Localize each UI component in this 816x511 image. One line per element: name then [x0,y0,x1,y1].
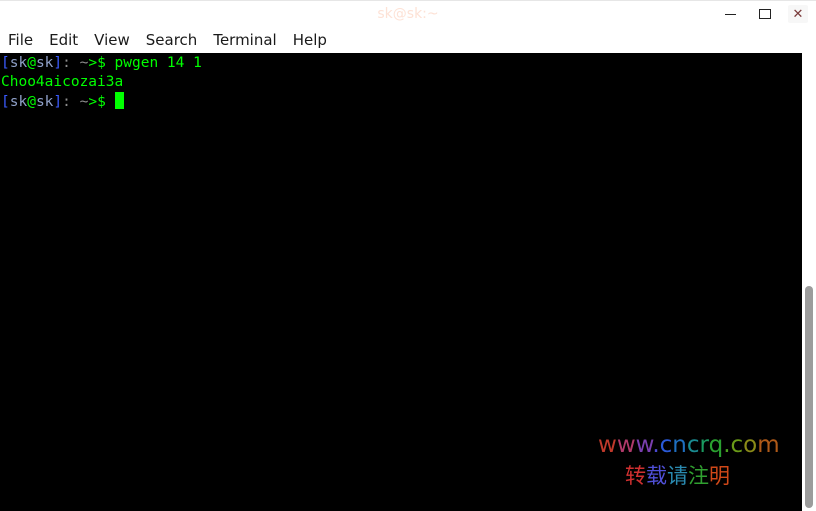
watermark-text-char: 注 [688,464,709,488]
close-button[interactable]: ✕ [788,5,808,23]
watermark-text: 转载请注明 [625,460,730,490]
text-cursor [114,92,124,109]
prompt-colon: : [62,94,71,110]
prompt-close-bracket: ] [53,55,63,71]
watermark-url: www.cncrq.com [598,432,780,458]
title-bar: sk@sk:~ ✕ [0,0,816,27]
watermark-url-char: w [598,432,617,458]
watermark-url-char: n [672,432,687,458]
prompt-close-bracket: ] [53,94,63,110]
terminal-line-command: [sk@sk]: ~>$ pwgen 14 1 [0,54,802,73]
minimize-button[interactable] [720,5,740,23]
prompt-user: sk [9,55,28,71]
prompt-user: sk [9,94,28,110]
maximize-button[interactable] [755,5,775,23]
watermark-url-char: w [635,432,653,458]
maximize-icon [759,9,771,19]
terminal-line-prompt: [sk@sk]: ~>$ [0,92,802,111]
minimize-icon [724,13,736,15]
prompt-symbol: >$ [88,55,106,71]
command-text: pwgen 14 1 [114,55,202,71]
prompt-colon: : [62,55,71,71]
prompt-host: sk [35,94,54,110]
scrollbar-thumb[interactable] [805,286,813,508]
terminal-line-output: Choo4aicozai3a [0,73,802,92]
watermark-text-char: 明 [709,464,730,488]
watermark-url-char: w [616,432,636,458]
menu-edit[interactable]: Edit [41,31,86,49]
watermark-url-char: c [686,432,700,458]
watermark-url-char: r [699,432,709,458]
watermark-text-char: 转 [625,464,646,488]
menu-search[interactable]: Search [138,31,206,49]
close-icon: ✕ [792,6,804,22]
window-title: sk@sk:~ [377,6,439,22]
watermark-url-char: c [659,432,673,458]
watermark-text-char: 请 [667,464,688,488]
prompt-at: @ [27,55,36,71]
watermark-url-char: q [708,432,724,458]
watermark-url-char: . [652,432,660,458]
menu-view[interactable]: View [86,31,138,49]
watermark-url-char: c [730,432,744,458]
menu-file[interactable]: File [0,31,41,49]
prompt-symbol: >$ [88,94,106,110]
output-text: Choo4aicozai3a [1,74,124,90]
prompt-open-bracket: [ [1,94,10,110]
watermark-url-char: m [757,432,780,458]
prompt-host: sk [35,55,54,71]
menu-terminal[interactable]: Terminal [205,31,284,49]
menu-bar: File Edit View Search Terminal Help [0,27,816,53]
watermark-text-char: 载 [646,464,667,488]
menu-help[interactable]: Help [285,31,335,49]
prompt-open-bracket: [ [1,55,10,71]
prompt-at: @ [27,94,36,110]
watermark-url-char: . [723,432,731,458]
watermark-url-char: o [743,432,758,458]
